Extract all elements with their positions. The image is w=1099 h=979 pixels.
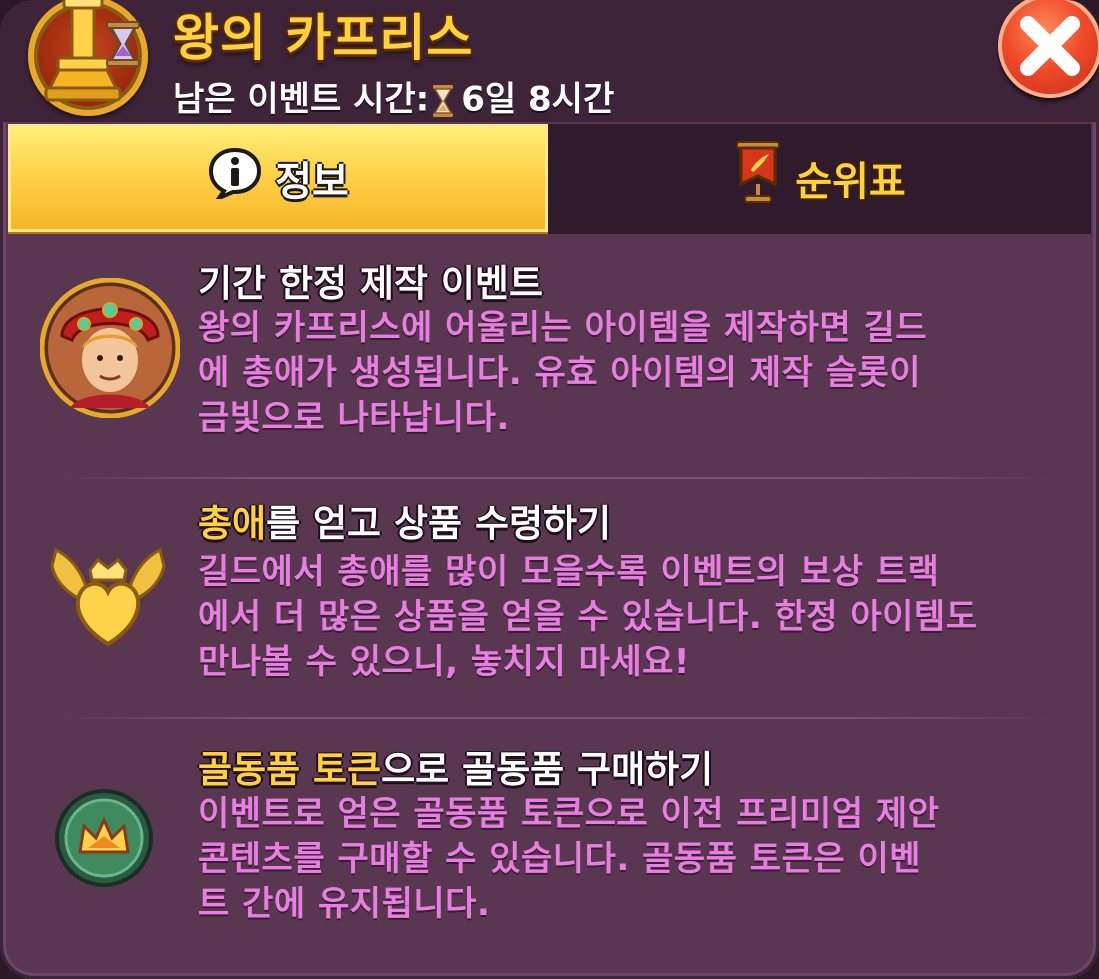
section-body: 이벤트로 얻은 골동품 토큰으로 이전 프리미엄 제안 콘텐츠를 구매할 수 있… — [198, 792, 1088, 927]
body-line: 길드에서 총애를 많이 모을수록 이벤트의 보상 트랙 — [198, 552, 940, 592]
hourglass-icon — [431, 83, 455, 117]
winged-heart-crown-icon — [46, 540, 170, 656]
divider — [60, 477, 1050, 479]
body-line: 에 총애가 생성됩니다. 유효 아이템의 제작 슬롯이 — [198, 353, 922, 393]
crown-token-icon — [54, 788, 154, 892]
trophy-hourglass-icon — [28, 0, 148, 116]
tab-leaderboard-label: 순위표 — [795, 159, 906, 205]
tab-info[interactable]: 정보 — [8, 124, 548, 232]
section-antique-tokens: 골동품 토큰으로 골동품 구매하기 이벤트로 얻은 골동품 토큰으로 이전 프리… — [0, 742, 1099, 942]
close-x-icon — [1020, 16, 1080, 76]
event-timer: 남은 이벤트 시간: 6일 8시간 — [173, 74, 614, 122]
body-line: 금빛으로 나타납니다. — [198, 398, 510, 438]
section-favor-rewards: 총애를 얻고 상품 수령하기 길드에서 총애를 많이 모을수록 이벤트의 보상 … — [0, 498, 1099, 698]
event-info-panel: 왕의 카프리스 남은 이벤트 시간: 6일 8시간 정보 순위표 기간 한정 제… — [0, 0, 1099, 979]
close-button[interactable] — [998, 0, 1099, 98]
body-line: 왕의 카프리스에 어울리는 아이템을 제작하면 길드 — [198, 308, 928, 348]
info-bubble-icon — [207, 147, 263, 209]
section-heading: 골동품 토큰으로 골동품 구매하기 — [198, 748, 714, 791]
section-body: 길드에서 총애를 많이 모을수록 이벤트의 보상 트랙 에서 더 많은 상품을 … — [198, 550, 1088, 685]
section-crafting-event: 기간 한정 제작 이벤트 왕의 카프리스에 어울리는 아이템을 제작하면 길드 … — [0, 258, 1099, 458]
tab-bar: 정보 순위표 — [8, 124, 1091, 234]
tab-leaderboard[interactable]: 순위표 — [548, 124, 1091, 232]
event-title: 왕의 카프리스 — [173, 9, 474, 67]
body-line: 이벤트로 얻은 골동품 토큰으로 이전 프리미엄 제안 — [198, 794, 940, 834]
section-heading: 기간 한정 제작 이벤트 — [198, 262, 544, 305]
section-body: 왕의 카프리스에 어울리는 아이템을 제작하면 길드 에 총애가 생성됩니다. … — [198, 306, 1088, 441]
body-line: 트 간에 유지됩니다. — [198, 884, 491, 924]
king-portrait-avatar — [39, 277, 181, 422]
divider — [60, 717, 1050, 719]
panel-header: 왕의 카프리스 남은 이벤트 시간: 6일 8시간 — [0, 0, 1099, 122]
body-line: 만나볼 수 있으니, 놓치지 마세요! — [198, 642, 690, 682]
timer-label: 남은 이벤트 시간: — [173, 79, 430, 120]
body-line: 에서 더 많은 상품을 얻을 수 있습니다. 한정 아이템도 — [198, 597, 978, 637]
tab-info-label: 정보 — [275, 159, 349, 205]
section-heading: 총애를 얻고 상품 수령하기 — [198, 502, 612, 545]
timer-value: 6일 8시간 — [461, 79, 615, 120]
banner-quill-icon — [733, 140, 783, 216]
body-line: 콘텐츠를 구매할 수 있습니다. 골동품 토큰은 이벤 — [198, 839, 922, 879]
